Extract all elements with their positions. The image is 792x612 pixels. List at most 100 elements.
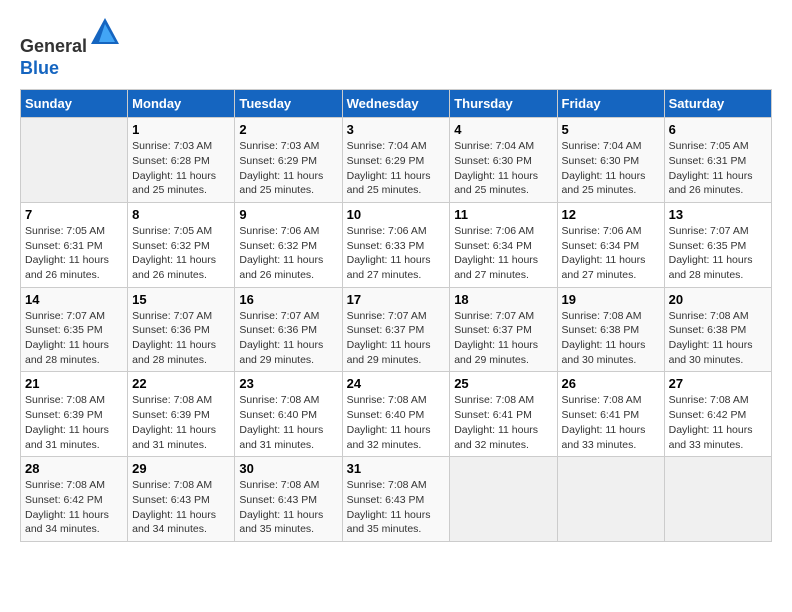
day-number: 25 [454, 376, 552, 391]
calendar-cell: 1 Sunrise: 7:03 AM Sunset: 6:28 PM Daylig… [128, 118, 235, 203]
calendar-cell: 31 Sunrise: 7:08 AM Sunset: 6:43 PM Dayli… [342, 457, 450, 542]
weekday-header: Tuesday [235, 90, 342, 118]
calendar-cell: 20 Sunrise: 7:08 AM Sunset: 6:38 PM Dayli… [664, 287, 771, 372]
day-number: 5 [562, 122, 660, 137]
page-header: General Blue [20, 20, 772, 79]
day-info: Sunrise: 7:04 AM Sunset: 6:29 PM Dayligh… [347, 139, 446, 198]
day-number: 20 [669, 292, 767, 307]
logo-icon [89, 16, 121, 48]
day-info: Sunrise: 7:08 AM Sunset: 6:43 PM Dayligh… [239, 478, 337, 537]
calendar-cell: 9Sunrise: 7:06 AM Sunset: 6:32 PM Daylig… [235, 202, 342, 287]
calendar-cell [664, 457, 771, 542]
day-info: Sunrise: 7:03 AM Sunset: 6:29 PM Dayligh… [239, 139, 337, 198]
calendar-cell: 24Sunrise: 7:08 AM Sunset: 6:40 PM Dayli… [342, 372, 450, 457]
calendar-cell: 14 Sunrise: 7:07 AM Sunset: 6:35 PM Dayli… [21, 287, 128, 372]
day-number: 27 [669, 376, 767, 391]
day-number: 29 [132, 461, 230, 476]
weekday-header: Saturday [664, 90, 771, 118]
day-number: 15 [132, 292, 230, 307]
day-info: Sunrise: 7:06 AM Sunset: 6:34 PM Dayligh… [562, 224, 660, 283]
calendar-cell: 17 Sunrise: 7:07 AM Sunset: 6:37 PM Dayli… [342, 287, 450, 372]
day-number: 10 [347, 207, 446, 222]
calendar-cell: 8 Sunrise: 7:05 AM Sunset: 6:32 PM Daylig… [128, 202, 235, 287]
calendar-cell [557, 457, 664, 542]
day-number: 24 [347, 376, 446, 391]
logo: General Blue [20, 20, 121, 79]
calendar-table: SundayMondayTuesdayWednesdayThursdayFrid… [20, 89, 772, 542]
day-info: Sunrise: 7:08 AM Sunset: 6:41 PM Dayligh… [562, 393, 660, 452]
calendar-cell: 15 Sunrise: 7:07 AM Sunset: 6:36 PM Dayli… [128, 287, 235, 372]
day-info: Sunrise: 7:08 AM Sunset: 6:43 PM Dayligh… [347, 478, 446, 537]
day-info: Sunrise: 7:05 AM Sunset: 6:31 PM Dayligh… [669, 139, 767, 198]
day-number: 7 [25, 207, 123, 222]
day-info: Sunrise: 7:07 AM Sunset: 6:36 PM Dayligh… [239, 309, 337, 368]
calendar-cell: 29 Sunrise: 7:08 AM Sunset: 6:43 PM Dayli… [128, 457, 235, 542]
day-info: Sunrise: 7:07 AM Sunset: 6:37 PM Dayligh… [454, 309, 552, 368]
weekday-header: Sunday [21, 90, 128, 118]
day-info: Sunrise: 7:05 AM Sunset: 6:31 PM Dayligh… [25, 224, 123, 283]
calendar-week: 28 Sunrise: 7:08 AM Sunset: 6:42 PM Dayli… [21, 457, 772, 542]
day-info: Sunrise: 7:08 AM Sunset: 6:43 PM Dayligh… [132, 478, 230, 537]
day-number: 11 [454, 207, 552, 222]
day-number: 19 [562, 292, 660, 307]
day-info: Sunrise: 7:08 AM Sunset: 6:39 PM Dayligh… [25, 393, 123, 452]
day-info: Sunrise: 7:08 AM Sunset: 6:41 PM Dayligh… [454, 393, 552, 452]
calendar-cell: 3 Sunrise: 7:04 AM Sunset: 6:29 PM Daylig… [342, 118, 450, 203]
day-number: 8 [132, 207, 230, 222]
calendar-body: 1 Sunrise: 7:03 AM Sunset: 6:28 PM Daylig… [21, 118, 772, 542]
calendar-cell: 5 Sunrise: 7:04 AM Sunset: 6:30 PM Daylig… [557, 118, 664, 203]
day-info: Sunrise: 7:08 AM Sunset: 6:38 PM Dayligh… [562, 309, 660, 368]
weekday-header: Thursday [450, 90, 557, 118]
calendar-cell: 2 Sunrise: 7:03 AM Sunset: 6:29 PM Daylig… [235, 118, 342, 203]
day-info: Sunrise: 7:08 AM Sunset: 6:42 PM Dayligh… [669, 393, 767, 452]
calendar-cell: 6 Sunrise: 7:05 AM Sunset: 6:31 PM Daylig… [664, 118, 771, 203]
calendar-cell: 19 Sunrise: 7:08 AM Sunset: 6:38 PM Dayli… [557, 287, 664, 372]
day-number: 23 [239, 376, 337, 391]
day-info: Sunrise: 7:08 AM Sunset: 6:38 PM Dayligh… [669, 309, 767, 368]
day-info: Sunrise: 7:08 AM Sunset: 6:42 PM Dayligh… [25, 478, 123, 537]
calendar-cell: 4Sunrise: 7:04 AM Sunset: 6:30 PM Daylig… [450, 118, 557, 203]
day-info: Sunrise: 7:07 AM Sunset: 6:35 PM Dayligh… [669, 224, 767, 283]
calendar-week: 1 Sunrise: 7:03 AM Sunset: 6:28 PM Daylig… [21, 118, 772, 203]
calendar-cell: 30 Sunrise: 7:08 AM Sunset: 6:43 PM Dayli… [235, 457, 342, 542]
calendar-cell [21, 118, 128, 203]
day-info: Sunrise: 7:04 AM Sunset: 6:30 PM Dayligh… [454, 139, 552, 198]
calendar-header: SundayMondayTuesdayWednesdayThursdayFrid… [21, 90, 772, 118]
calendar-cell: 22 Sunrise: 7:08 AM Sunset: 6:39 PM Dayli… [128, 372, 235, 457]
day-number: 14 [25, 292, 123, 307]
day-number: 1 [132, 122, 230, 137]
day-number: 3 [347, 122, 446, 137]
calendar-cell: 18 Sunrise: 7:07 AM Sunset: 6:37 PM Dayli… [450, 287, 557, 372]
day-number: 2 [239, 122, 337, 137]
day-info: Sunrise: 7:04 AM Sunset: 6:30 PM Dayligh… [562, 139, 660, 198]
day-number: 18 [454, 292, 552, 307]
day-info: Sunrise: 7:03 AM Sunset: 6:28 PM Dayligh… [132, 139, 230, 198]
calendar-cell: 12 Sunrise: 7:06 AM Sunset: 6:34 PM Dayli… [557, 202, 664, 287]
day-number: 17 [347, 292, 446, 307]
calendar-cell: 27 Sunrise: 7:08 AM Sunset: 6:42 PM Dayli… [664, 372, 771, 457]
day-info: Sunrise: 7:05 AM Sunset: 6:32 PM Dayligh… [132, 224, 230, 283]
calendar-cell: 25 Sunrise: 7:08 AM Sunset: 6:41 PM Dayli… [450, 372, 557, 457]
day-number: 31 [347, 461, 446, 476]
day-number: 6 [669, 122, 767, 137]
day-info: Sunrise: 7:06 AM Sunset: 6:32 PM Dayligh… [239, 224, 337, 283]
calendar-cell: 16 Sunrise: 7:07 AM Sunset: 6:36 PM Dayli… [235, 287, 342, 372]
day-number: 28 [25, 461, 123, 476]
calendar-week: 14 Sunrise: 7:07 AM Sunset: 6:35 PM Dayli… [21, 287, 772, 372]
calendar-cell: 7 Sunrise: 7:05 AM Sunset: 6:31 PM Daylig… [21, 202, 128, 287]
calendar-cell [450, 457, 557, 542]
day-info: Sunrise: 7:08 AM Sunset: 6:39 PM Dayligh… [132, 393, 230, 452]
day-number: 13 [669, 207, 767, 222]
day-number: 30 [239, 461, 337, 476]
day-number: 22 [132, 376, 230, 391]
day-info: Sunrise: 7:07 AM Sunset: 6:37 PM Dayligh… [347, 309, 446, 368]
day-info: Sunrise: 7:08 AM Sunset: 6:40 PM Dayligh… [239, 393, 337, 452]
day-info: Sunrise: 7:06 AM Sunset: 6:34 PM Dayligh… [454, 224, 552, 283]
logo-blue: Blue [20, 58, 59, 78]
day-number: 12 [562, 207, 660, 222]
calendar-cell: 21Sunrise: 7:08 AM Sunset: 6:39 PM Dayli… [21, 372, 128, 457]
day-info: Sunrise: 7:07 AM Sunset: 6:36 PM Dayligh… [132, 309, 230, 368]
day-info: Sunrise: 7:07 AM Sunset: 6:35 PM Dayligh… [25, 309, 123, 368]
calendar-cell: 13 Sunrise: 7:07 AM Sunset: 6:35 PM Dayli… [664, 202, 771, 287]
day-number: 16 [239, 292, 337, 307]
